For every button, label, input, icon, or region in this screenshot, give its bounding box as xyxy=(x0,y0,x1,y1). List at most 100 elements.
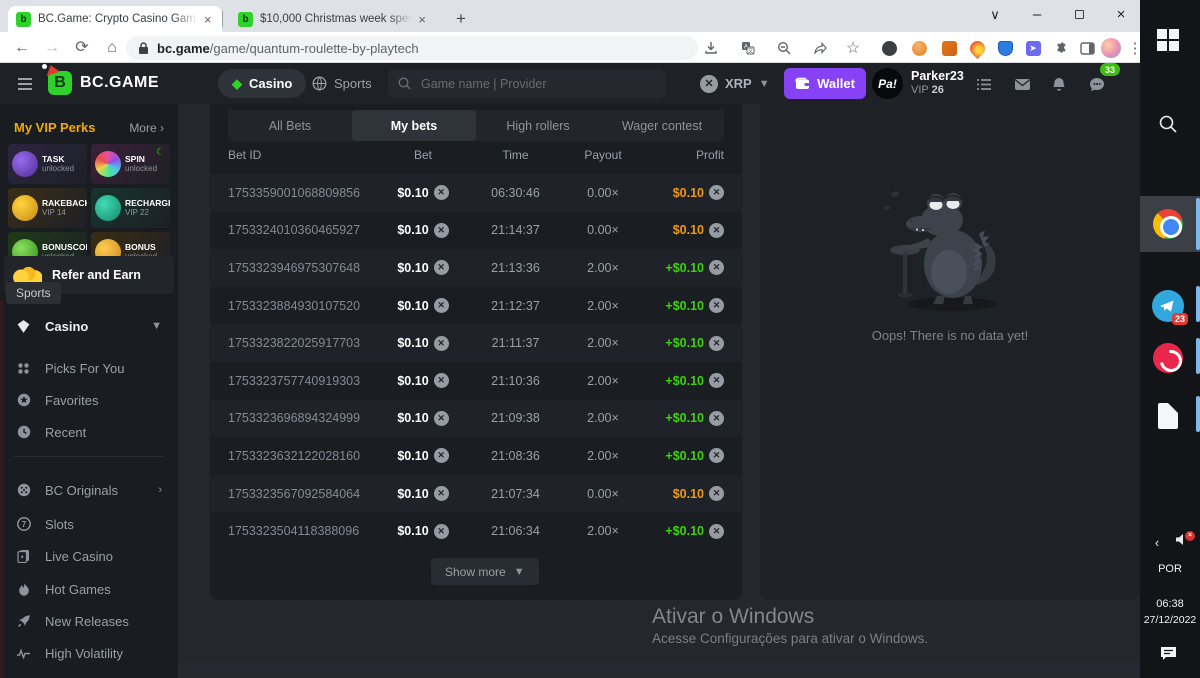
metamask-icon[interactable] xyxy=(938,38,960,58)
bets-tab-bar: All Bets My bets High rollers Wager cont… xyxy=(228,110,724,141)
browser-profile-avatar[interactable] xyxy=(1100,38,1122,58)
sidebar-item-favorites[interactable]: Favorites xyxy=(0,384,178,416)
extensions-puzzle-icon[interactable] xyxy=(1050,38,1072,58)
window-minimize-button[interactable]: – xyxy=(1020,0,1054,30)
user-avatar[interactable]: Pa! xyxy=(872,68,903,99)
tab-close-icon[interactable]: × xyxy=(204,12,212,27)
screen: b BC.Game: Crypto Casino Games × b $10,0… xyxy=(0,0,1200,678)
sidebar-item-label: Casino xyxy=(45,319,88,334)
nav-casino-button[interactable]: ◆ Casino xyxy=(218,69,306,98)
bet-amount-cell: $0.10✕ xyxy=(378,298,468,313)
tab-separator xyxy=(222,11,223,27)
share-icon[interactable] xyxy=(809,38,831,58)
sports-tooltip[interactable]: Sports xyxy=(6,282,61,304)
start-button[interactable] xyxy=(1140,16,1196,64)
notepad-running-indicator xyxy=(1196,396,1200,432)
table-row: 1753323504118388096$0.10✕21:06:342.00×+$… xyxy=(210,512,742,550)
flame-extension-icon[interactable] xyxy=(966,38,988,58)
tab-high-rollers[interactable]: High rollers xyxy=(476,110,600,141)
currency-selector[interactable]: ✕ XRP ▼ xyxy=(700,69,770,98)
address-bar[interactable]: bc.game/game/quantum-roulette-by-playtec… xyxy=(126,36,698,60)
mail-icon[interactable] xyxy=(1010,73,1034,95)
nav-sports-button[interactable]: Sports xyxy=(298,69,386,98)
show-more-button[interactable]: Show more ▼ xyxy=(431,558,539,585)
bet-time-cell: 21:09:38 xyxy=(468,411,563,425)
bet-time-cell: 21:13:36 xyxy=(468,261,563,275)
window-menu-chevron-icon[interactable]: ∨ xyxy=(978,0,1012,30)
tab-title: $10,000 Christmas week special xyxy=(260,13,412,25)
translate-icon[interactable]: A文 xyxy=(737,38,759,58)
volume-muted-icon[interactable]: × xyxy=(1168,528,1196,556)
tab-close-icon[interactable]: × xyxy=(418,12,426,27)
bet-list-icon[interactable] xyxy=(972,73,996,95)
bookmark-star-icon[interactable]: ☆ xyxy=(842,38,864,58)
windows-activation-subtext: Acesse Configurações para ativar o Windo… xyxy=(652,631,928,646)
game-search-box[interactable] xyxy=(388,69,666,98)
new-tab-button[interactable]: + xyxy=(448,6,474,32)
clock-date[interactable]: 27/12/2022 xyxy=(1140,614,1200,626)
tab-wager-contest[interactable]: Wager contest xyxy=(600,110,724,141)
sidebar-item-feature-buyin[interactable]: Feature Buy-in xyxy=(0,669,178,678)
extension-dark-icon[interactable] xyxy=(878,38,900,58)
arrow-extension-icon[interactable]: ➤ xyxy=(1022,38,1044,58)
taskbar-red-app-button[interactable] xyxy=(1140,334,1196,382)
language-indicator[interactable]: POR xyxy=(1140,563,1200,575)
bcgame-favicon: b xyxy=(16,12,31,27)
tab-title: BC.Game: Crypto Casino Games xyxy=(38,13,198,25)
sidebar-item-bc-originals[interactable]: BC Originals › xyxy=(0,474,178,506)
sidebar-item-hot-games[interactable]: Hot Games xyxy=(0,573,178,605)
sidebar-item-picks-for-you[interactable]: Picks For You xyxy=(0,352,178,384)
sidebar-item-high-volatility[interactable]: High Volatility xyxy=(0,637,178,669)
tab-my-bets[interactable]: My bets xyxy=(352,110,476,141)
window-restore-button[interactable] xyxy=(1062,0,1096,30)
browser-tab-active[interactable]: b BC.Game: Crypto Casino Games × xyxy=(8,6,222,32)
chat-icon[interactable] xyxy=(1085,73,1109,95)
browser-tab-inactive[interactable]: b $10,000 Christmas week special × xyxy=(230,6,434,32)
bet-id-cell: 1753323504118388096 xyxy=(228,524,378,538)
window-close-button[interactable]: × xyxy=(1104,0,1138,30)
sidebar-item-slots[interactable]: 7 Slots xyxy=(0,508,178,540)
red-app-running-indicator xyxy=(1196,338,1200,374)
telegram-running-indicator xyxy=(1196,286,1200,322)
sidebar-item-recent[interactable]: Recent xyxy=(0,416,178,448)
wallet-button[interactable]: Wallet xyxy=(784,68,866,99)
search-input[interactable] xyxy=(419,76,639,92)
side-panel-icon[interactable] xyxy=(1076,38,1098,58)
extension-person-icon[interactable] xyxy=(908,38,930,58)
extension-dark-dot xyxy=(882,41,897,56)
action-center-button[interactable] xyxy=(1140,638,1196,668)
taskbar-search-button[interactable] xyxy=(1140,100,1196,148)
zoom-out-icon[interactable] xyxy=(773,38,795,58)
notifications-bell-icon[interactable] xyxy=(1047,73,1071,95)
forward-icon[interactable]: → xyxy=(40,36,64,60)
sidebar-item-casino[interactable]: Casino ▼ xyxy=(0,310,178,342)
bet-amount-cell: $0.10✕ xyxy=(378,223,468,238)
perk-task[interactable]: TASKunlocked xyxy=(8,144,87,184)
bet-payout-cell: 2.00× xyxy=(563,374,643,388)
back-icon[interactable]: ← xyxy=(10,36,34,60)
download-icon[interactable] xyxy=(700,38,722,58)
table-row: 1753323567092584064$0.10✕21:07:340.00×$0… xyxy=(210,475,742,513)
hamburger-menu-icon[interactable] xyxy=(12,71,38,97)
perk-rakeback[interactable]: RAKEBACKVIP 14 xyxy=(8,188,87,228)
tab-all-bets[interactable]: All Bets xyxy=(228,110,352,141)
vip-more-link[interactable]: More › xyxy=(129,121,164,135)
perk-recharge[interactable]: RECHARGEVIP 22 xyxy=(91,188,170,228)
col-bet: Bet xyxy=(378,148,468,162)
bet-id-cell: 1753323696894324999 xyxy=(228,411,378,425)
bet-payout-cell: 2.00× xyxy=(563,449,643,463)
perk-spin[interactable]: SPINunlocked☾ xyxy=(91,144,170,184)
clock-time[interactable]: 06:38 xyxy=(1140,598,1200,610)
site-logo[interactable]: B BC.GAME xyxy=(48,71,159,95)
sidebar-item-live-casino[interactable]: Live Casino xyxy=(0,540,178,572)
home-icon[interactable]: ⌂ xyxy=(100,36,124,60)
shield-extension-icon[interactable] xyxy=(994,38,1016,58)
taskbar-chrome-button[interactable] xyxy=(1140,200,1196,248)
xrp-coin-icon: ✕ xyxy=(709,185,724,200)
chevron-down-icon: ▼ xyxy=(759,78,770,90)
taskbar-telegram-button[interactable]: 23 xyxy=(1140,282,1196,330)
reload-icon[interactable]: ⟳ xyxy=(70,36,94,60)
sidebar-item-new-releases[interactable]: New Releases xyxy=(0,605,178,637)
lock-icon xyxy=(138,42,149,55)
taskbar-notepad-button[interactable] xyxy=(1140,392,1196,440)
